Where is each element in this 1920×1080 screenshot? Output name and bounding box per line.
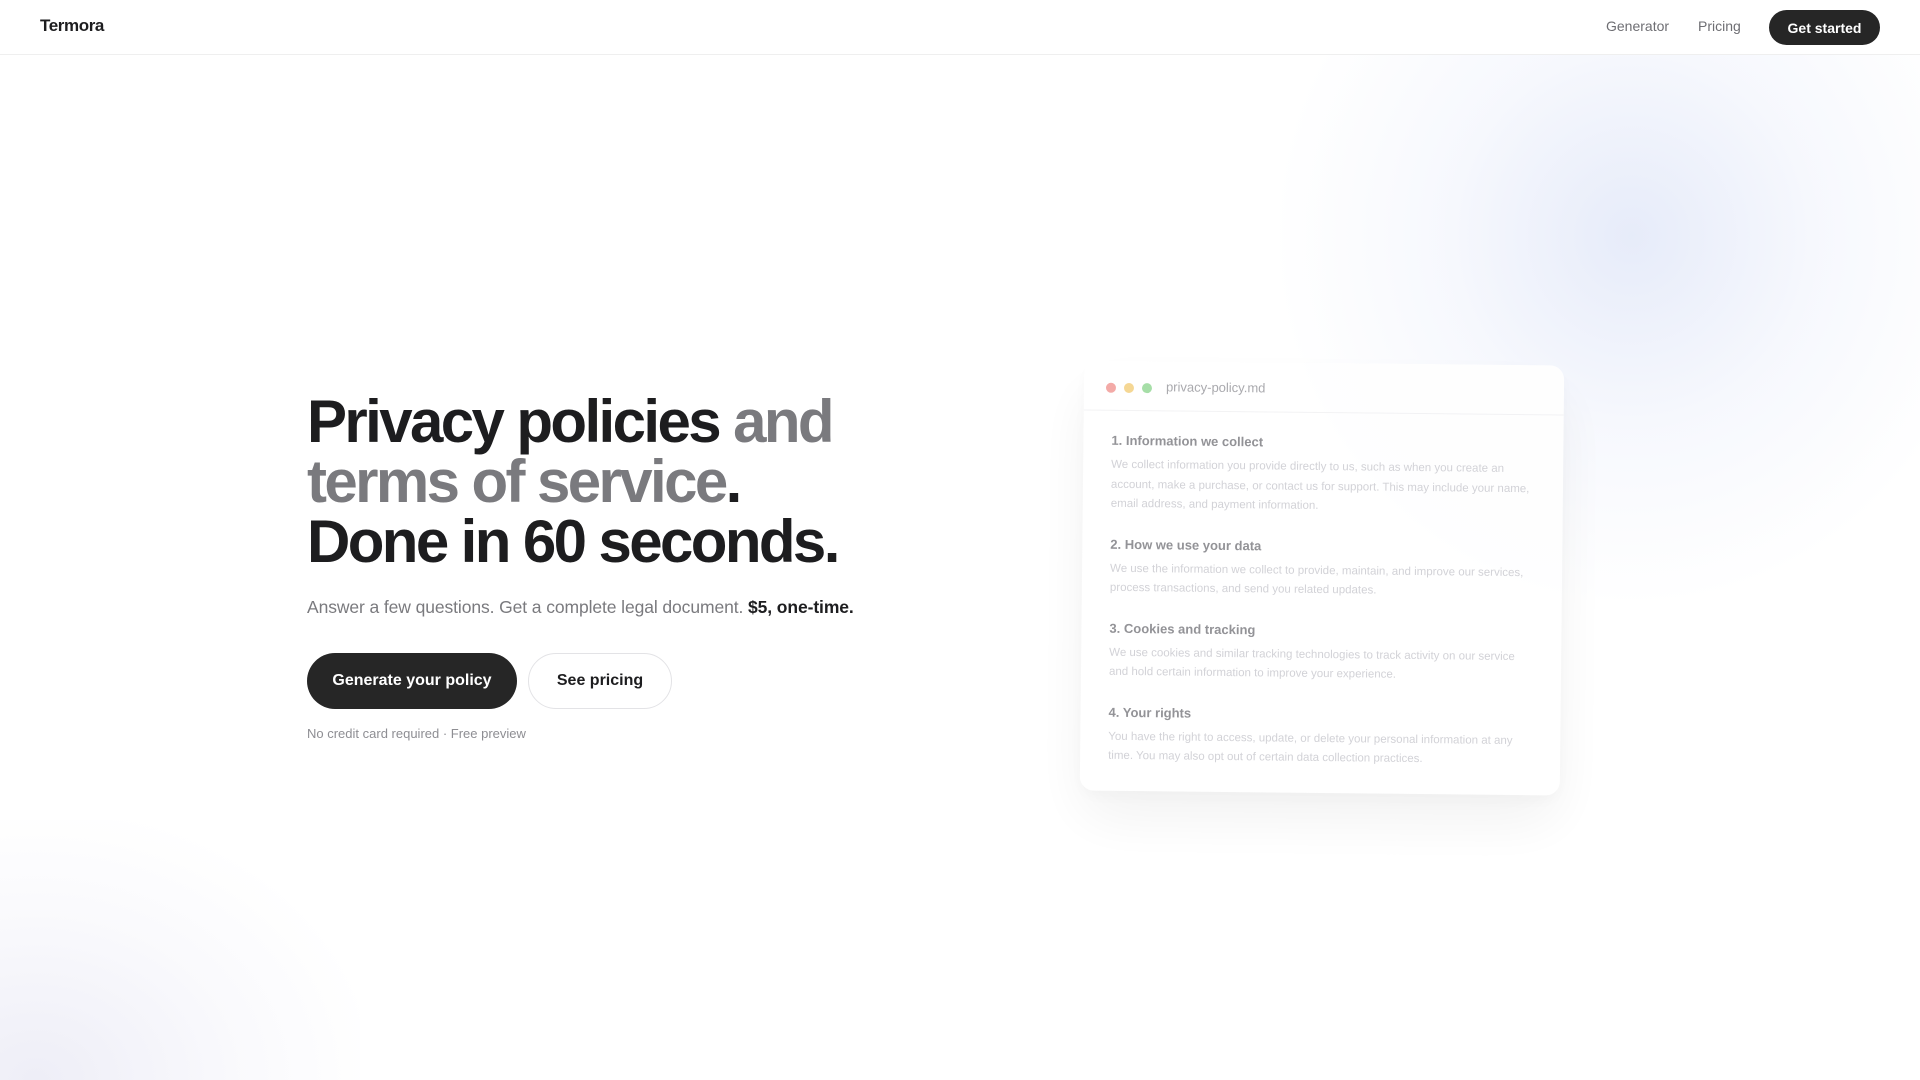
hero-subhead: Answer a few questions. Get a complete l… (307, 597, 1107, 618)
window-dot-red-icon (1105, 382, 1117, 393)
section-heading: 2. How we use your data (1110, 536, 1262, 553)
section-heading: 3. Cookies and tracking (1109, 620, 1256, 637)
hero-headline: Privacy policies and terms of service. D… (307, 392, 1067, 572)
fineprint: No credit card required · Free preview (307, 726, 526, 741)
window-dot-green-icon (1141, 383, 1153, 394)
section-heading: 4. Your rights (1108, 704, 1192, 721)
document-section: 3. Cookies and tracking We use cookies a… (1109, 620, 1534, 686)
get-started-button[interactable]: Get started (1769, 10, 1880, 45)
document-preview-card: privacy-policy.md 1. Information we coll… (1079, 360, 1565, 796)
window-dot-yellow-icon (1123, 382, 1135, 394)
document-filename: privacy-policy.md (1165, 379, 1266, 396)
headline-part-muted: and (733, 388, 834, 455)
headline-part: Privacy policies (307, 388, 722, 455)
background-glow-bottom-left (0, 820, 360, 1080)
logo[interactable]: Termora (40, 16, 104, 36)
section-body: We use cookies and similar tracking tech… (1108, 646, 1515, 681)
nav-link-pricing[interactable]: Pricing (1698, 18, 1741, 34)
headline-part: . (725, 448, 743, 515)
document-title-bar: privacy-policy.md (1083, 360, 1565, 416)
generate-policy-button[interactable]: Generate your policy (307, 653, 517, 709)
document-section: 1. Information we collect We collect inf… (1111, 433, 1536, 519)
see-pricing-button[interactable]: See pricing (528, 653, 672, 709)
section-body: You have the right to access, update, or… (1108, 730, 1513, 766)
nav-link-generator[interactable]: Generator (1606, 18, 1669, 34)
headline-part-muted: terms of service (307, 448, 728, 515)
site-header: Termora Generator Pricing Get started (0, 0, 1920, 55)
landing-page: Termora Generator Pricing Get started Pr… (0, 0, 1920, 1080)
section-body: We use the information we collect to pro… (1109, 562, 1524, 597)
document-body: 1. Information we collect We collect inf… (1080, 410, 1564, 771)
subhead-text: Answer a few questions. Get a complete l… (307, 597, 744, 617)
section-body: We collect information you provide direc… (1110, 458, 1530, 512)
headline-part: Done in 60 seconds. (307, 508, 840, 575)
section-heading: 1. Information we collect (1111, 432, 1264, 450)
price-text: $5, one-time. (748, 597, 854, 617)
document-section: 4. Your rights You have the right to acc… (1108, 704, 1533, 770)
document-section: 2. How we use your data We use the infor… (1110, 536, 1535, 602)
